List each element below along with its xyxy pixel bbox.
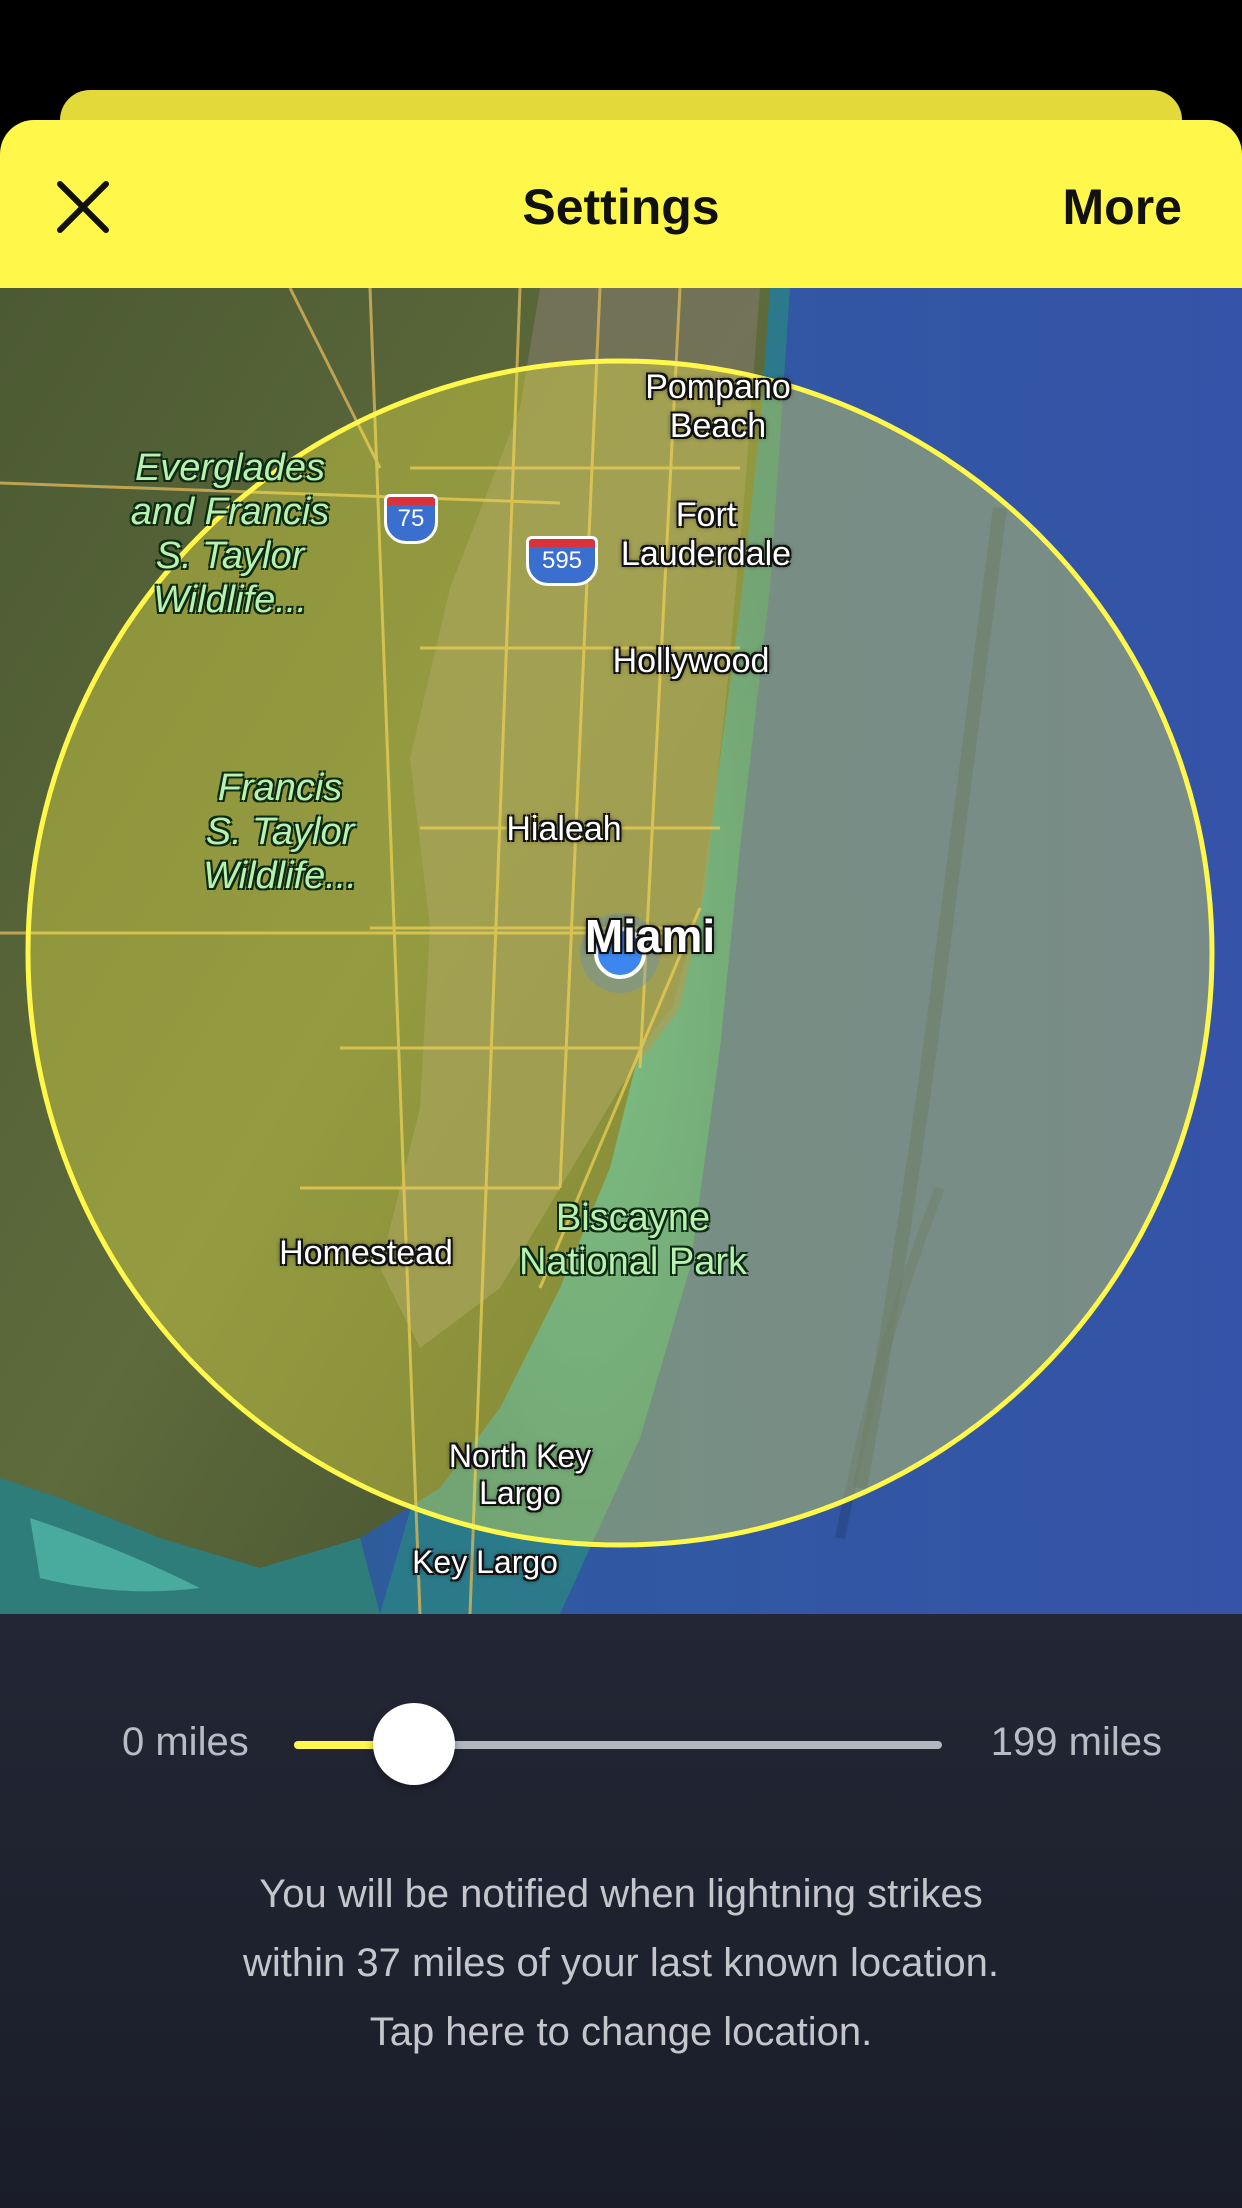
radius-slider[interactable] xyxy=(294,1703,942,1785)
slider-max-label: 199 miles xyxy=(990,1720,1162,1764)
map-label-north-key-largo: North Key Largo xyxy=(448,1438,592,1512)
settings-screen: Settings More 75 595 Everglades and Fran… xyxy=(0,0,1242,2208)
map-label-francis-taylor: Francis S. Taylor Wildlife... xyxy=(203,767,357,898)
map-label-everglades: Everglades and Francis S. Taylor Wildlif… xyxy=(130,447,330,622)
map-label-key-largo: Key Largo xyxy=(412,1544,558,1580)
notification-line-1: You will be notified when lightning stri… xyxy=(259,1872,983,1916)
map-label-fort-lauderdale: Fort Lauderdale xyxy=(620,496,792,574)
map-label-pompano-beach: Pompano Beach xyxy=(645,368,791,446)
slider-min-label: 0 miles xyxy=(122,1720,249,1764)
map-label-homestead: Homestead xyxy=(279,1234,453,1272)
more-button[interactable]: More xyxy=(1063,178,1182,236)
notification-description[interactable]: You will be notified when lightning stri… xyxy=(100,1860,1142,2067)
settings-header: Settings More xyxy=(0,120,1242,288)
change-location-link[interactable]: Tap here to change location. xyxy=(100,1998,1142,2067)
radius-settings-panel: 0 miles 199 miles You will be notified w… xyxy=(0,1614,1242,2208)
slider-thumb[interactable] xyxy=(373,1703,456,1785)
highway-shield-595: 595 xyxy=(526,536,598,586)
map-view[interactable]: 75 595 Everglades and Francis S. Taylor … xyxy=(0,288,1242,1614)
page-title: Settings xyxy=(522,179,720,235)
notification-line-2: within 37 miles of your last known locat… xyxy=(243,1941,999,1985)
highway-shield-75: 75 xyxy=(384,494,438,544)
map-label-biscayne: Biscayne National Park xyxy=(518,1197,748,1284)
map-label-hollywood: Hollywood xyxy=(612,642,770,680)
map-label-hialeah: Hialeah xyxy=(506,810,622,848)
map-label-miami: Miami xyxy=(584,910,716,962)
